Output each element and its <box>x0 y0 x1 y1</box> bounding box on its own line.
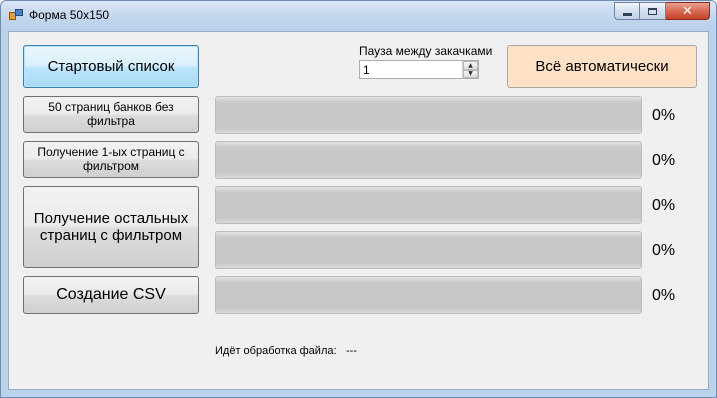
chevron-down-icon: ▼ <box>468 70 473 78</box>
start-list-button[interactable]: Стартовый список <box>23 45 199 88</box>
main-window: Форма 50x150 ✕ Стартовый список Пауза ме… <box>0 0 717 398</box>
progress-bar <box>215 96 642 134</box>
create-csv-button[interactable]: Создание CSV <box>23 276 199 314</box>
close-button[interactable]: ✕ <box>666 2 710 20</box>
status-value: --- <box>346 345 357 357</box>
progress-percent: 0% <box>652 287 676 304</box>
maximize-icon <box>648 7 657 15</box>
pause-value: 1 <box>363 63 370 77</box>
window-title: Форма 50x150 <box>29 8 110 22</box>
spin-down-button[interactable]: ▼ <box>463 69 478 78</box>
progress-percent: 0% <box>652 152 676 169</box>
caption-buttons: ✕ <box>614 2 710 21</box>
status-label: Идёт обработка файла: <box>215 345 337 357</box>
close-icon: ✕ <box>682 3 693 19</box>
progress-bar <box>215 231 642 269</box>
app-icon[interactable] <box>9 9 23 21</box>
first-pages-filter-button[interactable]: Получение 1-ых страниц с фильтром <box>23 141 199 178</box>
progress-percent: 0% <box>652 197 676 214</box>
title-bar[interactable]: Форма 50x150 ✕ <box>1 1 716 31</box>
progress-bar <box>215 276 642 314</box>
pause-spinner: ▲ ▼ <box>462 61 478 78</box>
minimize-button[interactable] <box>614 2 640 20</box>
progress-percent: 0% <box>652 107 676 124</box>
progress-bar <box>215 186 642 224</box>
banks-no-filter-button[interactable]: 50 страниц банков без фильтра <box>23 96 199 133</box>
pause-label: Пауза между закачками <box>359 44 493 58</box>
rest-pages-filter-button[interactable]: Получение остальных страниц с фильтром <box>23 186 199 268</box>
all-auto-button[interactable]: Всё автоматически <box>507 45 697 88</box>
chevron-up-icon: ▲ <box>468 61 473 69</box>
maximize-button[interactable] <box>640 2 666 20</box>
form-client-area: Стартовый список Пауза между закачками 1… <box>8 31 709 390</box>
minimize-icon <box>622 12 632 16</box>
progress-bar <box>215 141 642 179</box>
progress-percent: 0% <box>652 242 676 259</box>
spin-up-button[interactable]: ▲ <box>463 61 478 70</box>
pause-numeric-input[interactable]: 1 ▲ ▼ <box>359 60 479 79</box>
